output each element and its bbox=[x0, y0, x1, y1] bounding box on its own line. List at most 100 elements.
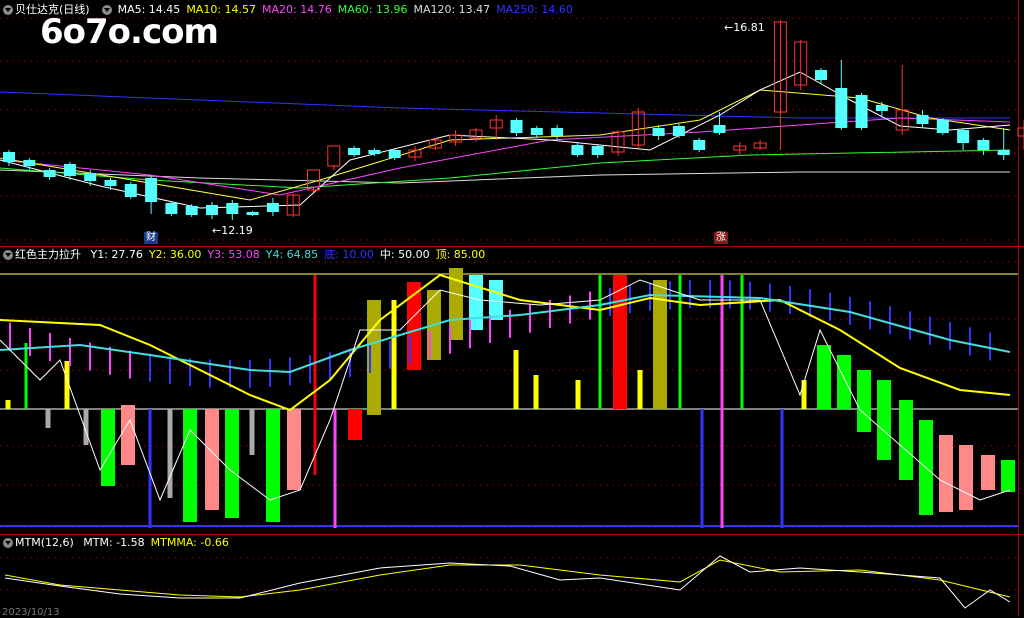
indicator-bar bbox=[469, 275, 483, 330]
indicator-legend-item-1: Y2: 36.00 bbox=[148, 248, 202, 261]
candle-body bbox=[571, 145, 584, 155]
indicator-bar bbox=[205, 409, 219, 510]
indicator-legend-item-2: Y3: 53.08 bbox=[207, 248, 260, 261]
candle-body bbox=[145, 178, 158, 202]
candle-body bbox=[977, 140, 990, 150]
indicator-bar bbox=[225, 409, 239, 518]
indicator-bar bbox=[700, 409, 704, 528]
indicator-bar bbox=[348, 409, 362, 440]
mtm-legend-item-1: MTMMA: -0.66 bbox=[150, 536, 229, 549]
indicator-bar bbox=[637, 370, 643, 409]
candle-body bbox=[855, 95, 868, 128]
candle-body bbox=[916, 115, 929, 124]
candle-body bbox=[815, 70, 827, 80]
candle-body bbox=[835, 88, 848, 128]
candle-body bbox=[226, 203, 239, 214]
ind-cyan-line bbox=[0, 293, 1011, 374]
indicator-bar bbox=[489, 280, 503, 320]
candle-body bbox=[63, 164, 76, 176]
indicator-bar bbox=[575, 380, 581, 409]
ma-legend-item-0: MA5: 14.45 bbox=[117, 3, 181, 16]
finance-tag[interactable]: 财 bbox=[144, 232, 158, 244]
candle-body bbox=[551, 128, 564, 136]
indicator-bar bbox=[899, 400, 913, 480]
mtm-line bbox=[4, 555, 1011, 609]
ma-legend-item-5: MA250: 14.60 bbox=[496, 3, 573, 16]
indicator-bar bbox=[513, 350, 519, 409]
indicator-bar bbox=[740, 275, 744, 409]
ma-legend-item-4: MA120: 13.47 bbox=[413, 3, 491, 16]
indicator-legend-item-0: Y1: 27.76 bbox=[90, 248, 143, 261]
indicator-bar bbox=[333, 409, 337, 528]
indicator-title: 红色主力拉升 bbox=[15, 248, 81, 261]
candle-body bbox=[327, 145, 341, 167]
watermark-logo: 6o7o.com bbox=[40, 12, 219, 52]
indicator-bar bbox=[613, 275, 627, 409]
candle-body bbox=[165, 203, 178, 214]
indicator-bar bbox=[45, 409, 51, 428]
indicator-bar bbox=[533, 375, 539, 409]
candle-body bbox=[652, 128, 665, 136]
indicator-bar bbox=[24, 343, 28, 409]
indicator-bar bbox=[183, 409, 197, 522]
candle-body bbox=[206, 205, 218, 215]
indicator-bar bbox=[167, 409, 173, 498]
indicator-bar bbox=[801, 380, 807, 409]
indicator-legend: 红色主力拉升 Y1: 27.76 Y2: 36.00 Y3: 53.08 Y4: 64… bbox=[0, 247, 497, 262]
candle-body bbox=[84, 173, 97, 181]
mtm-title: MTM(12,6) bbox=[15, 536, 74, 549]
candle-body bbox=[672, 126, 685, 136]
candle-body bbox=[104, 180, 117, 186]
ma-menu-icon[interactable] bbox=[102, 5, 113, 15]
indicator-bar bbox=[249, 409, 255, 455]
stock-chart-canvas[interactable] bbox=[0, 0, 1024, 617]
indicator-bar bbox=[121, 405, 135, 465]
stock-title: 贝仕达克(日线) bbox=[15, 3, 90, 16]
indicator-bar bbox=[5, 400, 11, 409]
mtm-lines bbox=[4, 555, 1011, 609]
candle-body bbox=[997, 150, 1010, 155]
indicator-bar bbox=[313, 275, 317, 475]
indicator-legend-item-5: 中: 50.00 bbox=[379, 248, 430, 261]
indicator-bar bbox=[939, 435, 953, 512]
candle-body bbox=[510, 120, 523, 133]
candle-body bbox=[3, 152, 15, 162]
candle-body bbox=[23, 160, 36, 166]
indicator-bar bbox=[266, 409, 280, 522]
panel-menu-icon[interactable] bbox=[3, 5, 13, 15]
ma-legend-item-3: MA60: 13.96 bbox=[337, 3, 408, 16]
candle-body bbox=[713, 125, 726, 133]
candle-body bbox=[957, 130, 970, 143]
indicator-bar bbox=[598, 275, 602, 409]
indicator-legend-item-3: Y4: 64.85 bbox=[265, 248, 319, 261]
mtm-legend-item-0: MTM: -1.58 bbox=[83, 536, 145, 549]
candle-body bbox=[246, 212, 259, 215]
indicator-bar bbox=[817, 345, 831, 409]
indicator-bar bbox=[981, 455, 995, 490]
candle-body bbox=[693, 140, 706, 150]
indicator-bar bbox=[148, 409, 152, 528]
date-label: 2023/10/13 bbox=[2, 607, 60, 618]
candle-body bbox=[875, 105, 888, 111]
indicator-bar bbox=[877, 380, 891, 460]
candle-body bbox=[43, 170, 56, 177]
indicator-bar bbox=[720, 275, 724, 528]
candle-body bbox=[185, 206, 198, 215]
candle-body bbox=[124, 184, 137, 197]
ma-legend-item-1: MA10: 14.57 bbox=[186, 3, 257, 16]
indicator-bar bbox=[780, 409, 784, 528]
indicator-menu-icon[interactable] bbox=[3, 250, 13, 260]
indicator-legend-item-4: 底: 10.00 bbox=[324, 248, 374, 261]
mtm-menu-icon[interactable] bbox=[3, 538, 13, 548]
mtm-legend: MTM(12,6) MTM: -1.58 MTMMA: -0.66 bbox=[0, 535, 241, 550]
candle-body bbox=[530, 128, 543, 135]
limit-up-tag[interactable]: 涨 bbox=[714, 232, 728, 244]
ma-legend-item-2: MA20: 14.76 bbox=[262, 3, 332, 16]
indicator-bar bbox=[857, 370, 871, 432]
candle-body bbox=[348, 148, 361, 155]
indicator-bar bbox=[287, 409, 301, 490]
main-legend: 贝仕达克(日线) MA5: 14.45 MA10: 14.57 MA20: 14.7… bbox=[0, 2, 585, 17]
candle-body bbox=[368, 150, 381, 154]
indicator-legend-item-6: 顶: 85.00 bbox=[435, 248, 486, 261]
indicator-bar bbox=[959, 445, 973, 510]
